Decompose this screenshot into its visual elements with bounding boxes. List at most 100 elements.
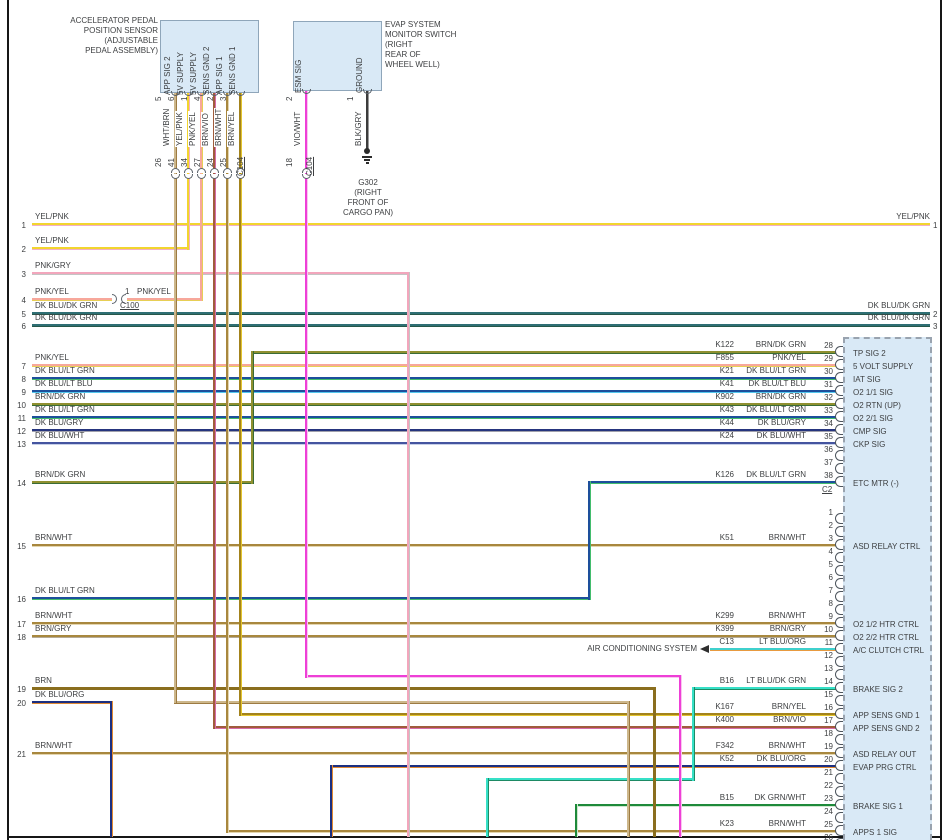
row-number: 1 bbox=[933, 221, 938, 230]
evap-switch-title: EVAP SYSTEM MONITOR SWITCH (RIGHT REAR OF … bbox=[385, 20, 457, 69]
wire bbox=[366, 89, 369, 149]
inline-connector-icon bbox=[112, 294, 117, 304]
pin-function-label: ASD RELAY CTRL bbox=[853, 542, 921, 551]
pin-number: 12 bbox=[824, 651, 833, 660]
circuit-number: 25 bbox=[219, 158, 228, 167]
wire bbox=[32, 701, 113, 704]
circuit-code: K399 bbox=[715, 624, 734, 633]
pin-function-label: APP SENS GND 1 bbox=[853, 711, 920, 720]
pin-socket-arc-icon bbox=[835, 773, 843, 784]
wire-color-label: WHT/BRN bbox=[162, 107, 171, 147]
pin-socket-arc-icon bbox=[835, 398, 843, 409]
wire-color-label: DK BLU/DK GRN bbox=[867, 313, 930, 322]
pin-number: 30 bbox=[824, 367, 833, 376]
pin-number: 1 bbox=[346, 96, 355, 101]
pin-socket-arc-icon bbox=[835, 346, 843, 357]
wire-color-label: DK GRN/WHT bbox=[754, 793, 806, 802]
circuit-code: B16 bbox=[719, 676, 734, 685]
pin-number: 36 bbox=[824, 445, 833, 454]
pin-number: 8 bbox=[828, 599, 833, 608]
wire-color-label: PNK/YEL bbox=[188, 111, 197, 147]
pin-number: 38 bbox=[824, 471, 833, 480]
wire-color-label: PNK/YEL bbox=[35, 287, 69, 296]
wire-color-label: DK BLU/LT BLU bbox=[35, 379, 93, 388]
row-number: 5 bbox=[21, 310, 26, 319]
pin-socket-arc-icon bbox=[835, 708, 843, 719]
wire-color-label: BRN/WHT bbox=[35, 533, 73, 542]
pin-number: 3 bbox=[828, 534, 833, 543]
circuit-code: K23 bbox=[719, 819, 734, 828]
pin-number: 24 bbox=[824, 807, 833, 816]
row-number: 9 bbox=[21, 388, 26, 397]
wire bbox=[213, 726, 836, 729]
connector-label: C104 bbox=[305, 156, 314, 176]
circuit-code: K51 bbox=[719, 533, 734, 542]
row-number: 13 bbox=[17, 440, 26, 449]
row-number: 16 bbox=[17, 595, 26, 604]
wire-color-label: BLK/GRY bbox=[354, 110, 363, 147]
pin-number: 2 bbox=[206, 96, 215, 101]
pin-signal-label: SENS GND 1 bbox=[228, 46, 237, 95]
wire bbox=[407, 272, 410, 837]
wire-color-label: DK BLU/ORG bbox=[35, 690, 85, 699]
inline-connector-icon bbox=[184, 168, 193, 173]
pin-function-label: O2 1/1 SIG bbox=[853, 388, 894, 397]
pin-function-label: ASD RELAY OUT bbox=[853, 750, 917, 759]
wire bbox=[679, 675, 682, 837]
row-number: 21 bbox=[17, 750, 26, 759]
pin-number: 9 bbox=[828, 612, 833, 621]
inline-connector-icon bbox=[171, 168, 180, 173]
pin-number: 6 bbox=[828, 573, 833, 582]
app-sensor-title: ACCELERATOR PEDAL POSITION SENSOR (ADJUST… bbox=[70, 16, 158, 55]
circuit-code: F342 bbox=[715, 741, 734, 750]
row-number: 3 bbox=[933, 322, 938, 331]
wire bbox=[213, 91, 216, 729]
pin-function-label: CMP SIG bbox=[853, 427, 887, 436]
ground-label: G302 (RIGHT FRONT OF CARGO PAN) bbox=[342, 178, 394, 217]
pin-number: 25 bbox=[824, 820, 833, 829]
wire bbox=[32, 312, 930, 315]
page-border-left bbox=[7, 0, 9, 840]
wire bbox=[32, 544, 836, 547]
wire-color-label: DK BLU/LT BLU bbox=[748, 379, 806, 388]
wire bbox=[32, 247, 190, 250]
wire bbox=[226, 91, 229, 833]
wire bbox=[32, 442, 836, 445]
pin-signal-label: 5V SUPPLY bbox=[176, 52, 185, 95]
wire-color-label: DK BLU/DK GRN bbox=[35, 313, 98, 322]
wire bbox=[110, 701, 113, 837]
pin-number: 14 bbox=[824, 677, 833, 686]
ac-system-label: AIR CONDITIONING SYSTEM bbox=[587, 644, 697, 653]
row-number: 1 bbox=[21, 221, 26, 230]
pin-number: 34 bbox=[824, 419, 833, 428]
pin-number: 5 bbox=[154, 96, 163, 101]
circuit-code: C13 bbox=[719, 637, 734, 646]
pin-socket-arc-icon bbox=[835, 734, 843, 745]
pin-number: 31 bbox=[824, 380, 833, 389]
wire bbox=[575, 804, 836, 807]
wire bbox=[32, 481, 254, 484]
row-number: 20 bbox=[17, 699, 26, 708]
inline-connector-icon bbox=[223, 168, 232, 173]
wire-color-label: YEL/PNK bbox=[175, 111, 184, 147]
circuit-code: B15 bbox=[719, 793, 734, 802]
wire-color-label: BRN/WHT bbox=[768, 819, 806, 828]
wire-color-label: BRN/GRY bbox=[35, 624, 72, 633]
pin-socket-arc-icon bbox=[835, 372, 843, 383]
wire-color-label: DK BLU/DK GRN bbox=[35, 301, 98, 310]
pin-number: 15 bbox=[824, 690, 833, 699]
circuit-number: 26 bbox=[154, 158, 163, 167]
pin-number: 18 bbox=[824, 729, 833, 738]
pin-number: 37 bbox=[824, 458, 833, 467]
pin-number: 23 bbox=[824, 794, 833, 803]
wire-color-label: DK BLU/ORG bbox=[756, 754, 806, 763]
pin-socket-arc-icon bbox=[302, 89, 311, 94]
page-border-right bbox=[940, 0, 942, 840]
row-number: 14 bbox=[17, 479, 26, 488]
pin-function-label: O2 1/2 HTR CTRL bbox=[853, 620, 919, 629]
pin-number: 17 bbox=[824, 716, 833, 725]
pin-number: 32 bbox=[824, 393, 833, 402]
wire bbox=[32, 597, 591, 600]
pin-socket-arc-icon bbox=[835, 760, 843, 771]
row-number: 18 bbox=[17, 633, 26, 642]
